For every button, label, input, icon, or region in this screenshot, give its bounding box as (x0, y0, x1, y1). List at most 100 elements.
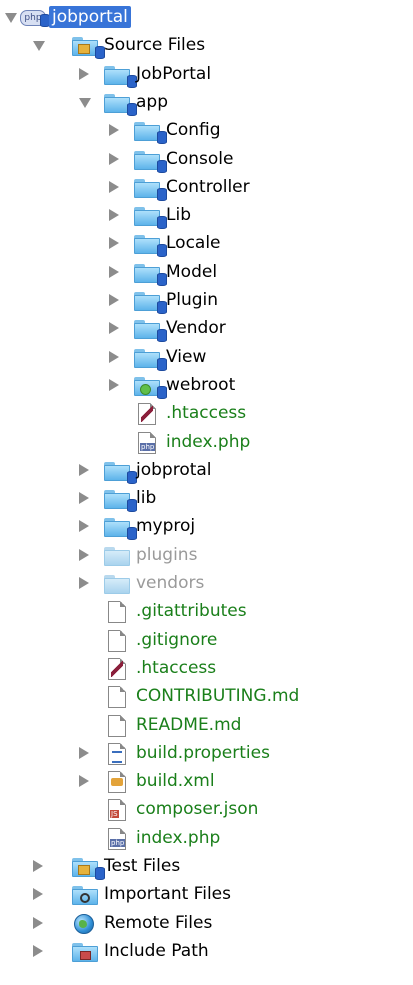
folder-icon (104, 516, 137, 541)
collapsed-arrow-icon[interactable] (109, 209, 119, 222)
folder-icon (134, 262, 167, 286)
tree-node-label: Plugin (166, 290, 219, 310)
tree-node[interactable]: Important Files (0, 880, 413, 908)
folder-body (104, 549, 130, 566)
file-corner (120, 686, 126, 693)
collapsed-arrow-icon[interactable] (109, 124, 119, 137)
tree-node[interactable]: app (0, 88, 413, 116)
collapsed-arrow-icon[interactable] (109, 378, 119, 391)
file-sheet: php (108, 827, 126, 850)
tree-node-label: build.properties (136, 742, 270, 763)
collapsed-arrow-icon[interactable] (33, 916, 43, 929)
tree-node[interactable]: Locale (0, 229, 413, 258)
folder-icon (104, 460, 137, 484)
tree-node[interactable]: webroot (0, 371, 413, 399)
tree-node-label: Source Files (104, 35, 206, 56)
tree-node[interactable]: CONTRIBUTING.md (0, 682, 413, 710)
tree-node-label: .gitattributes (136, 601, 247, 622)
tree-node[interactable]: Vendor (0, 314, 413, 343)
tree-node[interactable]: php index.php (0, 824, 413, 852)
tree-node[interactable]: php index.php (0, 428, 413, 456)
tree-node[interactable]: Controller (0, 173, 413, 201)
tree-node[interactable]: plugins (0, 541, 413, 569)
expanded-arrow-icon[interactable] (5, 13, 17, 23)
package-badge (78, 44, 90, 55)
collapsed-arrow-icon[interactable] (79, 463, 89, 476)
tree-node[interactable]: vendors (0, 569, 413, 597)
tree-node[interactable]: .gitattributes (0, 597, 413, 625)
tree-node[interactable]: Source Files (0, 31, 413, 60)
tree-node[interactable]: Include Path (0, 937, 413, 965)
collapsed-arrow-icon[interactable] (109, 322, 119, 335)
tree-node-label: build.xml (136, 771, 215, 792)
file-sheet (108, 714, 126, 737)
tree-node[interactable]: Lib (0, 201, 413, 230)
collapsed-arrow-icon[interactable] (109, 265, 119, 278)
collapsed-arrow-icon[interactable] (79, 775, 89, 788)
text-file-icon (104, 601, 130, 624)
collapsed-arrow-icon[interactable] (79, 746, 89, 759)
collapsed-arrow-icon[interactable] (109, 294, 119, 306)
collapsed-arrow-icon[interactable] (33, 860, 43, 872)
collapsed-arrow-icon[interactable] (33, 888, 43, 901)
tree-node[interactable]: build.properties (0, 739, 413, 767)
collapsed-arrow-icon[interactable] (109, 180, 119, 193)
tree-node[interactable]: Console (0, 145, 413, 173)
file-sheet (138, 403, 156, 426)
text-file-icon (104, 629, 130, 652)
tree-node-label: Vendor (166, 318, 226, 339)
package-badge (78, 865, 90, 875)
tree-node[interactable]: Model (0, 258, 413, 286)
xml-mark (111, 778, 123, 787)
tree-node[interactable]: Config (0, 116, 413, 145)
tree-node[interactable]: lib (0, 484, 413, 513)
tree-node[interactable]: Plugin (0, 286, 413, 314)
expanded-arrow-icon[interactable] (33, 41, 45, 52)
file-corner (150, 431, 156, 438)
collapsed-arrow-icon[interactable] (79, 520, 89, 533)
collapsed-arrow-icon[interactable] (33, 944, 43, 957)
tree-node[interactable]: Remote Files (0, 909, 413, 937)
folder-shape (104, 573, 130, 595)
tree-node[interactable]: build.xml (0, 767, 413, 795)
source-folder-icon (72, 35, 105, 60)
file-sheet (108, 742, 126, 765)
tree-node[interactable]: JS composer.json (0, 795, 413, 823)
expanded-arrow-icon[interactable] (79, 97, 91, 108)
file-sheet (108, 601, 126, 624)
php-file-icon: php (104, 827, 130, 850)
tree-node-label: Model (166, 261, 218, 282)
library-badge (80, 950, 91, 960)
collapsed-arrow-icon[interactable] (79, 67, 89, 80)
tree-node[interactable]: myproj (0, 512, 413, 541)
tree-node[interactable]: .htaccess (0, 654, 413, 682)
tree-node[interactable]: README.md (0, 711, 413, 739)
include-path-icon (72, 941, 98, 963)
tree-node-label: Test Files (104, 856, 181, 876)
php-tag: php (110, 838, 126, 847)
tree-node[interactable]: JobPortal (0, 60, 413, 88)
json-file-icon: JS (104, 799, 130, 822)
tree-node-label: JobPortal (136, 63, 212, 84)
tree-node[interactable]: .gitignore (0, 626, 413, 654)
important-files-icon (72, 884, 98, 906)
file-corner (120, 601, 126, 608)
collapsed-arrow-icon[interactable] (109, 237, 119, 250)
collapsed-arrow-icon[interactable] (79, 548, 89, 561)
folder-icon (134, 233, 167, 258)
collapsed-arrow-icon[interactable] (109, 152, 119, 165)
tree-node[interactable]: php jobportal (0, 3, 413, 31)
tree-node[interactable]: .htaccess (0, 399, 413, 427)
folder-icon (134, 347, 167, 371)
tree-node[interactable]: Test Files (0, 852, 413, 880)
folder-icon (134, 205, 167, 230)
collapsed-arrow-icon[interactable] (79, 492, 89, 505)
tree-node-label: Important Files (104, 884, 231, 905)
tree-node-label: Lib (166, 205, 191, 226)
tree-node[interactable]: View (0, 343, 413, 371)
collapsed-arrow-icon[interactable] (79, 577, 89, 589)
tree-node-label: Locale (166, 233, 221, 254)
tree-node[interactable]: jobprotal (0, 456, 413, 484)
collapsed-arrow-icon[interactable] (109, 350, 119, 363)
globe-badge (140, 383, 151, 395)
